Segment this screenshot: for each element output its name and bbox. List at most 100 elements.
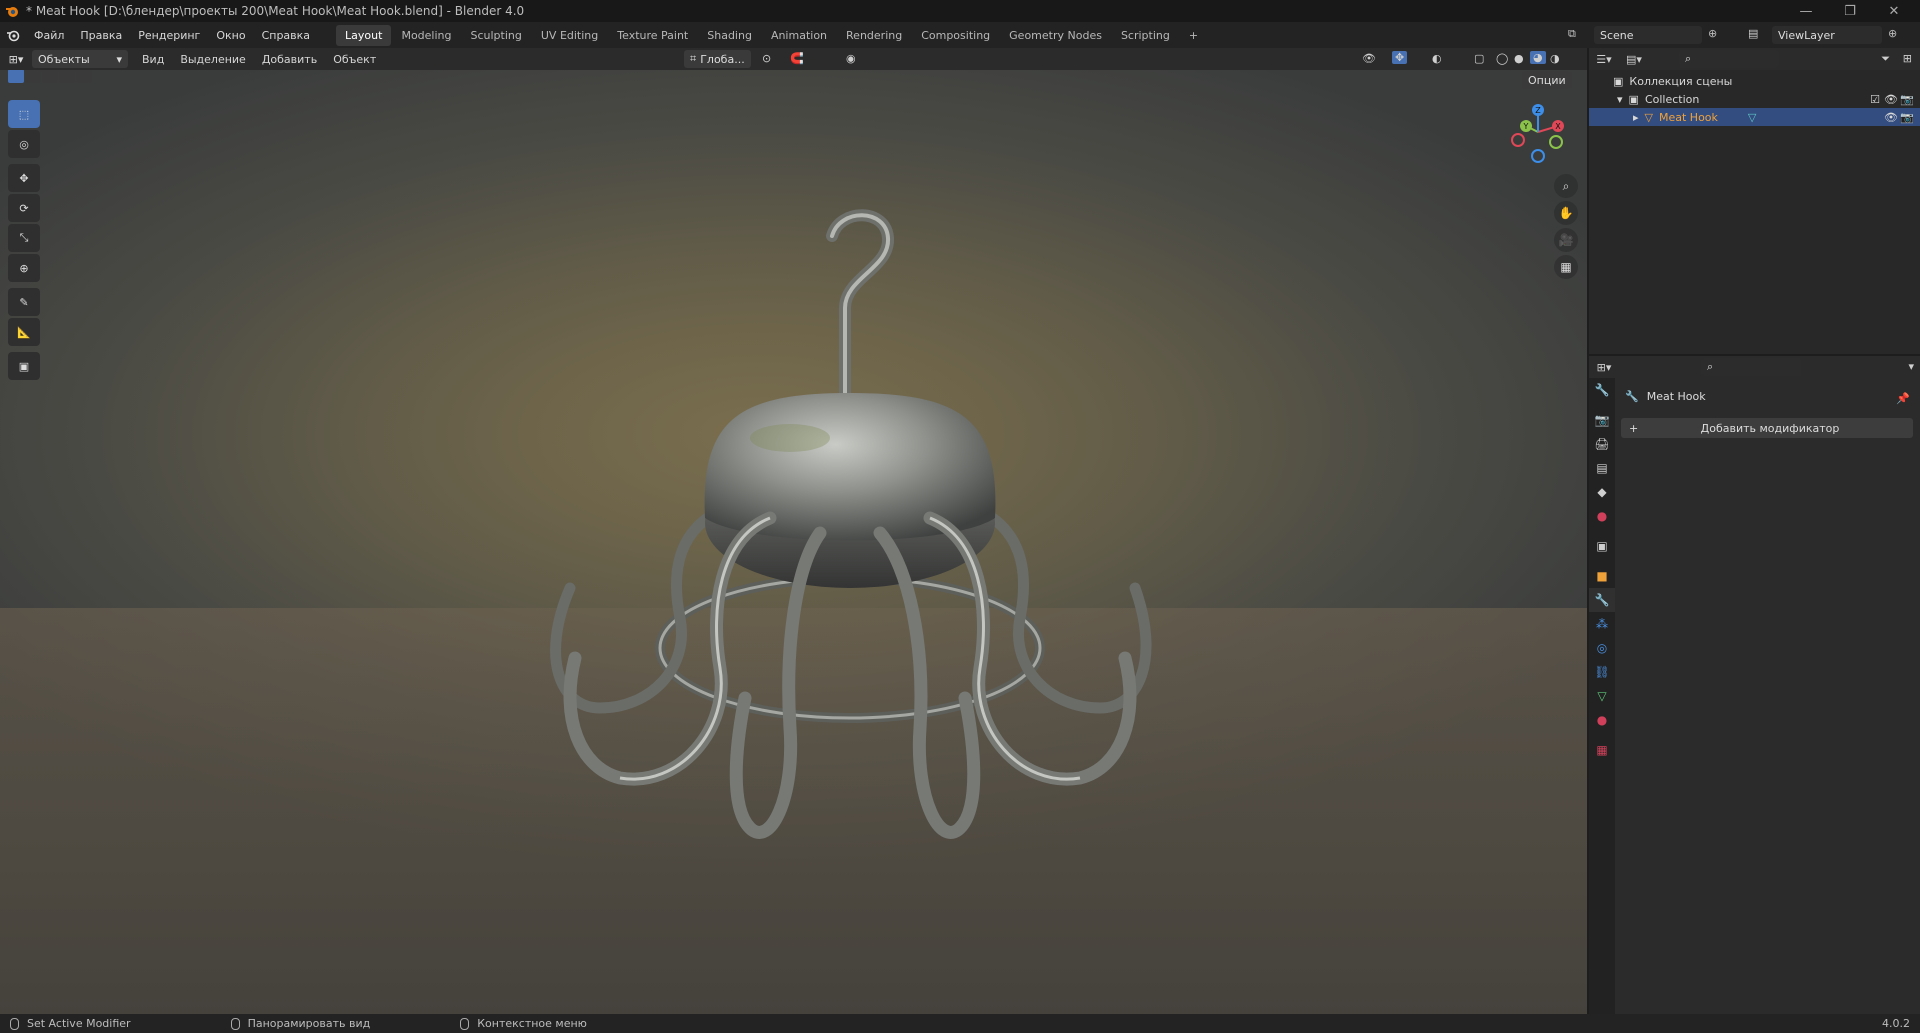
tab-sculpting[interactable]: Sculpting	[462, 25, 531, 46]
new-collection-icon[interactable]: ⊞	[1903, 52, 1912, 65]
output-icon[interactable]: 🖨	[1589, 432, 1615, 456]
display-mode-icon[interactable]: ▤▾	[1619, 53, 1649, 66]
eye-icon[interactable]: 👁	[1884, 111, 1898, 124]
meat-hook-model[interactable]	[520, 188, 1180, 908]
outliner-search-input[interactable]: ⌕	[1679, 50, 1779, 68]
exclude-checkbox-icon[interactable]: ☑	[1870, 93, 1880, 106]
camera-render-icon[interactable]: 📷	[1900, 111, 1914, 124]
tab-uv-editing[interactable]: UV Editing	[532, 25, 607, 46]
add-cube-icon[interactable]: ▣	[8, 352, 40, 380]
select-mode-extend-icon[interactable]	[25, 69, 41, 83]
mesh-data-icon[interactable]: ▽	[1748, 111, 1756, 124]
scene-icon[interactable]: ⧉	[1568, 27, 1576, 41]
particles-icon[interactable]: ⁂	[1589, 612, 1615, 636]
properties-editor-icon[interactable]: ⊞▾	[1589, 361, 1619, 374]
select-box-icon[interactable]: ⬚	[8, 100, 40, 128]
minimize-icon[interactable]: —	[1784, 0, 1828, 22]
snap-icon[interactable]: 🧲	[790, 52, 804, 65]
view-layer-icon[interactable]: ▤	[1748, 27, 1758, 40]
outliner-row-scene-collection[interactable]: ▣ Коллекция сцены	[1589, 72, 1920, 90]
overlay-icon[interactable]: ◐	[1432, 52, 1442, 65]
tab-compositing[interactable]: Compositing	[912, 25, 999, 46]
tab-animation[interactable]: Animation	[762, 25, 836, 46]
render-icon[interactable]: 📷	[1589, 408, 1615, 432]
gizmo-toggle-icon[interactable]: ✥	[1392, 51, 1408, 64]
physics-icon[interactable]: ◎	[1589, 636, 1615, 660]
tab-texture-paint[interactable]: Texture Paint	[608, 25, 697, 46]
expand-arrow-icon[interactable]: ▸	[1633, 111, 1639, 124]
tab-scripting[interactable]: Scripting	[1112, 25, 1179, 46]
object-tab-icon[interactable]: ■	[1589, 564, 1615, 588]
zoom-icon[interactable]: ⌕	[1554, 174, 1578, 198]
chevron-down-icon[interactable]: ▾	[1908, 360, 1914, 373]
menu-window[interactable]: Окно	[208, 29, 253, 42]
tab-layout[interactable]: Layout	[336, 24, 392, 46]
wrench-icon[interactable]: 🔧	[1589, 588, 1615, 612]
menu-render[interactable]: Рендеринг	[130, 29, 208, 42]
menu-select[interactable]: Выделение	[172, 53, 254, 66]
restore-icon[interactable]: ❐	[1828, 0, 1872, 22]
properties-search-input[interactable]: ⌕	[1701, 358, 1801, 376]
menu-add[interactable]: Добавить	[254, 53, 325, 66]
shading-wireframe-icon[interactable]: ◯	[1496, 52, 1508, 65]
grid-perspective-icon[interactable]: ▦	[1554, 255, 1578, 279]
collection-tab-icon[interactable]: ▣	[1589, 534, 1615, 558]
view-layer-selector[interactable]: ViewLayer	[1772, 26, 1882, 44]
annotate-icon[interactable]: ✎	[8, 288, 40, 316]
scene-tab-icon[interactable]: ◆	[1589, 480, 1615, 504]
cursor-icon[interactable]: ◎	[8, 130, 40, 158]
eye-icon[interactable]: 👁	[1884, 93, 1898, 106]
texture-icon[interactable]: ▦	[1589, 738, 1615, 762]
camera-render-icon[interactable]: 📷	[1900, 93, 1914, 106]
view-layer-tab-icon[interactable]: ▤	[1589, 456, 1615, 480]
pin-icon[interactable]: 📌	[1896, 392, 1910, 405]
shading-solid-icon[interactable]: ●	[1514, 52, 1524, 65]
3d-viewport[interactable]: X Y Z ⌕ ✋ 🎥 ▦ ⬚ ◎ ✥ ⟳ ⤡ ⊕ ✎ 📐 ▣ Опции	[0, 48, 1587, 1014]
transform-orientation-selector[interactable]: ⌗ Глоба...	[684, 50, 751, 68]
transform-icon[interactable]: ⊕	[8, 254, 40, 282]
select-mode-new-icon[interactable]	[8, 69, 24, 83]
tool-icon[interactable]: 🔧	[1589, 378, 1615, 402]
rotate-icon[interactable]: ⟳	[8, 194, 40, 222]
outliner-editor-icon[interactable]: ☰▾	[1589, 53, 1619, 66]
mode-selector[interactable]: Объекты ▾	[32, 50, 128, 68]
shading-material-icon[interactable]: ◕	[1530, 51, 1546, 64]
visibility-icon[interactable]: 👁	[1362, 52, 1376, 65]
menu-object[interactable]: Объект	[325, 53, 384, 66]
select-mode-invert-icon[interactable]	[59, 69, 75, 83]
select-mode-subtract-icon[interactable]	[42, 69, 58, 83]
filter-icon[interactable]: ⏷	[1881, 52, 1890, 66]
menu-view[interactable]: Вид	[134, 53, 172, 66]
close-icon[interactable]: ✕	[1872, 0, 1916, 22]
outliner-row-collection[interactable]: ▾ ▣ Collection ☑ 👁 📷	[1589, 90, 1920, 108]
move-icon[interactable]: ✥	[8, 164, 40, 192]
material-icon[interactable]: ●	[1589, 708, 1615, 732]
add-modifier-button[interactable]: + Добавить модификатор	[1621, 418, 1913, 438]
editor-type-icon[interactable]: ⊞▾	[0, 53, 32, 66]
outliner-row-meat-hook[interactable]: ▸ ▽ Meat Hook ▽ 👁 📷	[1589, 108, 1920, 126]
proportional-edit-icon[interactable]: ◉	[846, 52, 856, 65]
navigation-gizmo[interactable]: X Y Z	[1506, 100, 1570, 164]
constraints-icon[interactable]: ⛓	[1589, 660, 1615, 684]
menu-help[interactable]: Справка	[254, 29, 318, 42]
camera-view-icon[interactable]: 🎥	[1554, 228, 1578, 252]
expand-arrow-icon[interactable]: ▾	[1617, 93, 1623, 106]
data-icon[interactable]: ▽	[1589, 684, 1615, 708]
shading-rendered-icon[interactable]: ◑	[1550, 52, 1560, 65]
tab-rendering[interactable]: Rendering	[837, 25, 911, 46]
xray-icon[interactable]: ▢	[1474, 52, 1484, 65]
menu-edit[interactable]: Правка	[72, 29, 130, 42]
scale-icon[interactable]: ⤡	[8, 224, 40, 252]
tab-geometry-nodes[interactable]: Geometry Nodes	[1000, 25, 1111, 46]
measure-icon[interactable]: 📐	[8, 318, 40, 346]
options-button[interactable]: Опции	[1522, 71, 1572, 89]
scene-selector[interactable]: Scene	[1594, 26, 1702, 44]
tab-modeling[interactable]: Modeling	[392, 25, 460, 46]
add-workspace-button[interactable]: +	[1180, 25, 1207, 46]
pan-hand-icon[interactable]: ✋	[1554, 201, 1578, 225]
new-scene-icon[interactable]: ⊕	[1708, 27, 1717, 40]
select-mode-intersect-icon[interactable]	[76, 69, 92, 83]
world-icon[interactable]: ●	[1589, 504, 1615, 528]
blender-menu-icon[interactable]	[0, 28, 26, 42]
tab-shading[interactable]: Shading	[698, 25, 761, 46]
